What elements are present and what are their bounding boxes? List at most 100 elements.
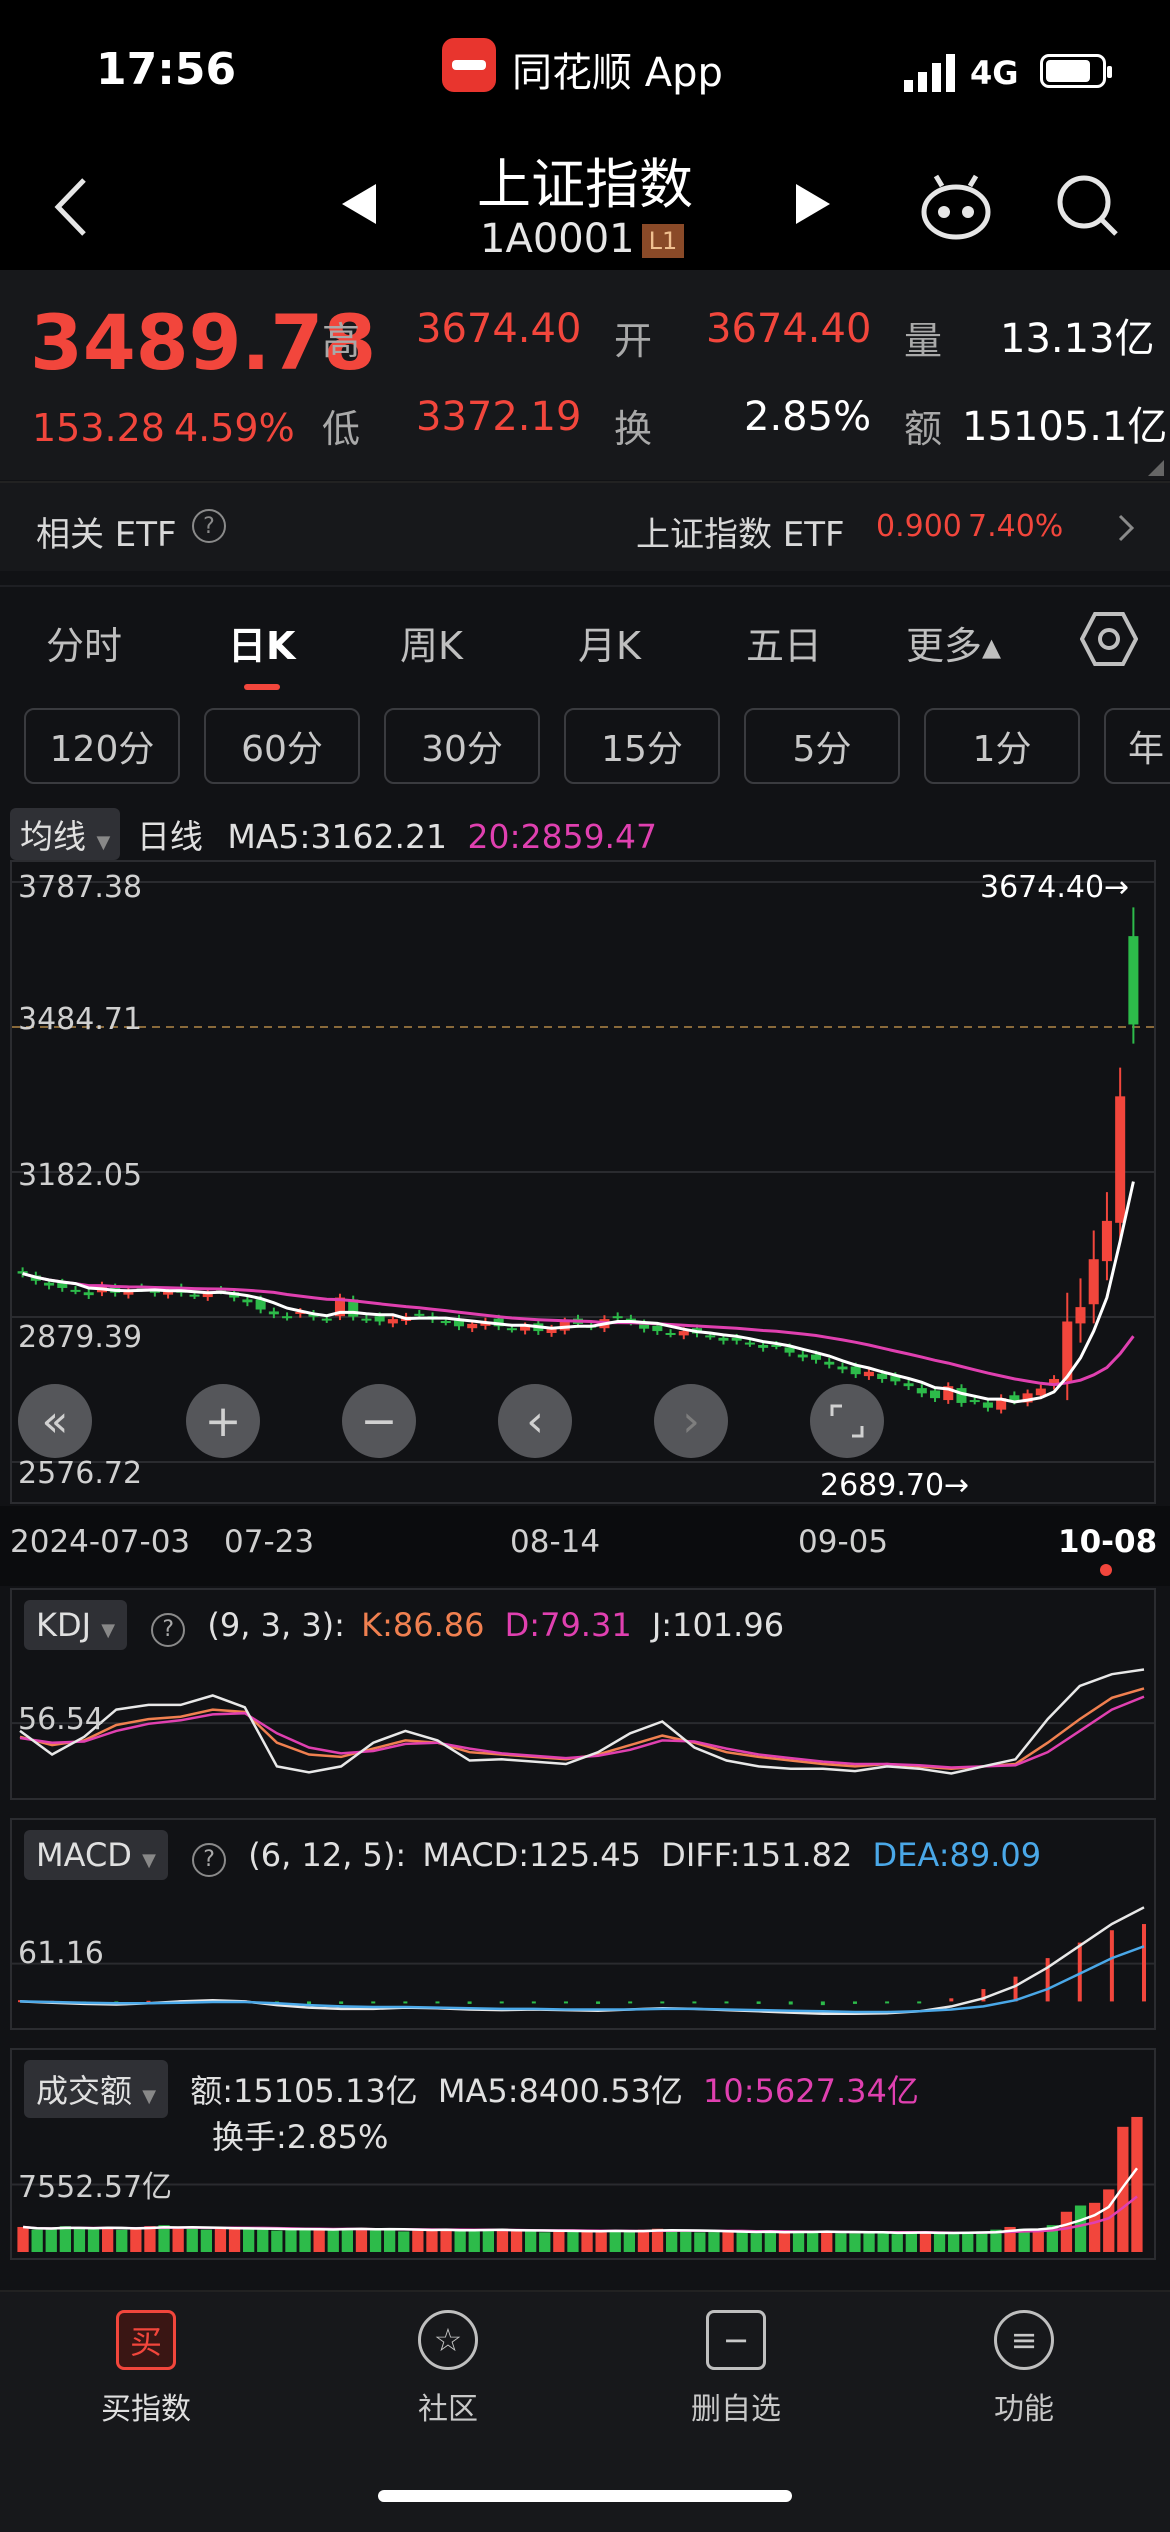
menu-icon: ≡ xyxy=(994,2310,1054,2370)
home-indicator[interactable] xyxy=(378,2490,792,2502)
volume-bar xyxy=(708,2230,720,2252)
macd-diff-line xyxy=(19,1906,1145,2016)
macd-panel[interactable]: MACD ▼ ? (6, 12, 5): MACD:125.45 DIFF:15… xyxy=(10,1818,1156,2030)
volume-bar xyxy=(200,2229,212,2252)
volume-bar xyxy=(736,2232,748,2252)
volume-bar xyxy=(31,2229,43,2252)
volume-bar xyxy=(567,2229,579,2252)
buy-icon: 买 xyxy=(116,2310,176,2370)
volume-bar xyxy=(849,2232,861,2252)
volume-bar xyxy=(948,2234,960,2252)
volume-panel[interactable]: 成交额 ▼ 额:15105.13亿 MA5:8400.53亿 10:5627.3… xyxy=(10,2048,1156,2260)
tab-five-day[interactable]: 五日 xyxy=(746,615,822,670)
subtab-30min[interactable]: 30分 xyxy=(384,708,540,784)
volume-bar xyxy=(510,2230,523,2252)
volume-bar xyxy=(17,2226,29,2252)
ma-toggle-label: 均线 xyxy=(20,817,86,856)
tab-daily-k[interactable]: 日K xyxy=(228,615,295,670)
volume-bar xyxy=(1074,2205,1087,2252)
subtab-year[interactable]: 年 xyxy=(1104,708,1170,784)
candle xyxy=(969,1400,980,1403)
volume-bar xyxy=(412,2230,424,2252)
macd-chart xyxy=(12,1906,1154,2016)
volume-bar xyxy=(482,2229,494,2252)
status-bar: 17:56 同花顺 App 4G xyxy=(0,0,1170,140)
candle xyxy=(982,1402,993,1408)
robot-assistant-icon[interactable] xyxy=(920,172,992,240)
zoom-in-button[interactable]: + xyxy=(186,1384,260,1458)
nav-buy-index[interactable]: 买 买指数 xyxy=(56,2310,236,2428)
volume-bar xyxy=(807,2232,819,2252)
kdj-y-label: 56.54 xyxy=(18,1702,104,1737)
candle xyxy=(1115,1096,1126,1223)
stock-code: 1A0001 xyxy=(480,216,635,262)
kline-chart-panel[interactable]: 3787.38 3484.71 3182.05 2879.39 2576.72 … xyxy=(10,860,1156,1504)
price-change: 153.28 xyxy=(32,406,165,450)
settings-hexagon-icon[interactable] xyxy=(1080,610,1138,668)
amount-value: 15105.1亿 xyxy=(962,404,1168,450)
help-icon[interactable]: ? xyxy=(192,509,226,543)
fullscreen-button[interactable] xyxy=(810,1384,884,1458)
ma-toggle-dropdown[interactable]: 均线 ▼ xyxy=(10,808,121,860)
candle xyxy=(506,1328,517,1331)
volume-bar xyxy=(525,2231,537,2252)
next-stock-icon[interactable] xyxy=(796,184,832,224)
volume-bar xyxy=(651,2228,664,2252)
zoom-out-button[interactable]: − xyxy=(342,1384,416,1458)
kline-chart[interactable] xyxy=(12,862,1154,1502)
subtab-15min[interactable]: 15分 xyxy=(564,708,720,784)
candle xyxy=(863,1371,874,1377)
title-bar: 上证指数 1A0001 L1 xyxy=(0,140,1170,270)
macd-bar xyxy=(820,2001,825,2006)
network-type: 4G xyxy=(970,54,1019,92)
scroll-right-button[interactable]: › xyxy=(654,1384,728,1458)
subtab-5min[interactable]: 5分 xyxy=(744,708,900,784)
volume-bar xyxy=(257,2229,269,2252)
nav-remove-watchlist[interactable]: − 删自选 xyxy=(646,2310,826,2428)
subtab-1min[interactable]: 1分 xyxy=(924,708,1080,784)
nav-functions[interactable]: ≡ 功能 xyxy=(934,2310,1114,2428)
volume-bar xyxy=(87,2228,100,2252)
volume-bar xyxy=(102,2226,114,2252)
volume-bar xyxy=(877,2233,889,2252)
volume-bar xyxy=(553,2230,565,2252)
scroll-left-button[interactable]: ‹ xyxy=(498,1384,572,1458)
volume-bar xyxy=(186,2228,198,2252)
kdj-panel[interactable]: KDJ ▼ ? (9, 3, 3): K:86.86 D:79.31 J:101… xyxy=(10,1588,1156,1800)
tab-monthly-k[interactable]: 月K xyxy=(578,615,641,670)
subtab-60min[interactable]: 60分 xyxy=(204,708,360,784)
volume-bar xyxy=(778,2232,791,2252)
x-tick-label: 10-08 xyxy=(1058,1524,1158,1560)
subtab-120min[interactable]: 120分 xyxy=(24,708,180,784)
volume-bar xyxy=(1117,2126,1129,2252)
tab-intraday[interactable]: 分时 xyxy=(46,615,122,670)
macd-bar xyxy=(1109,1930,1114,2002)
candle xyxy=(903,1383,914,1387)
expand-corner-icon[interactable] xyxy=(1148,460,1164,476)
macd-bar xyxy=(756,2001,761,2004)
prev-stock-icon[interactable] xyxy=(342,184,378,224)
candle xyxy=(810,1354,822,1360)
candle xyxy=(797,1354,808,1358)
nav-community[interactable]: ☆ 社区 xyxy=(358,2310,538,2428)
search-icon[interactable] xyxy=(1054,172,1120,238)
candle xyxy=(361,1318,372,1321)
macd-bar xyxy=(788,2001,793,2005)
chevron-right-icon xyxy=(1118,514,1135,542)
candle xyxy=(70,1289,81,1292)
volume-bar xyxy=(933,2233,946,2252)
tab-weekly-k[interactable]: 周K xyxy=(400,615,463,670)
etf-row[interactable]: 相关 ETF ? 上证指数 ETF 0.900 7.40% xyxy=(0,483,1170,571)
scroll-left-fast-button[interactable]: « xyxy=(18,1384,92,1458)
quote-panel: 3489.78 153.28 4.59% 高 3674.40 低 3372.19… xyxy=(0,270,1170,480)
macd-bar xyxy=(371,2001,376,2004)
macd-bar xyxy=(467,2001,472,2004)
tab-more[interactable]: 更多▴ xyxy=(906,615,1001,670)
candle xyxy=(189,1294,200,1297)
volume-bar xyxy=(595,2232,607,2252)
amount-label: 额 xyxy=(904,407,943,451)
candle xyxy=(242,1299,253,1303)
back-icon[interactable] xyxy=(52,176,92,238)
volume-bar xyxy=(426,2229,438,2252)
volume-bar xyxy=(313,2229,325,2252)
